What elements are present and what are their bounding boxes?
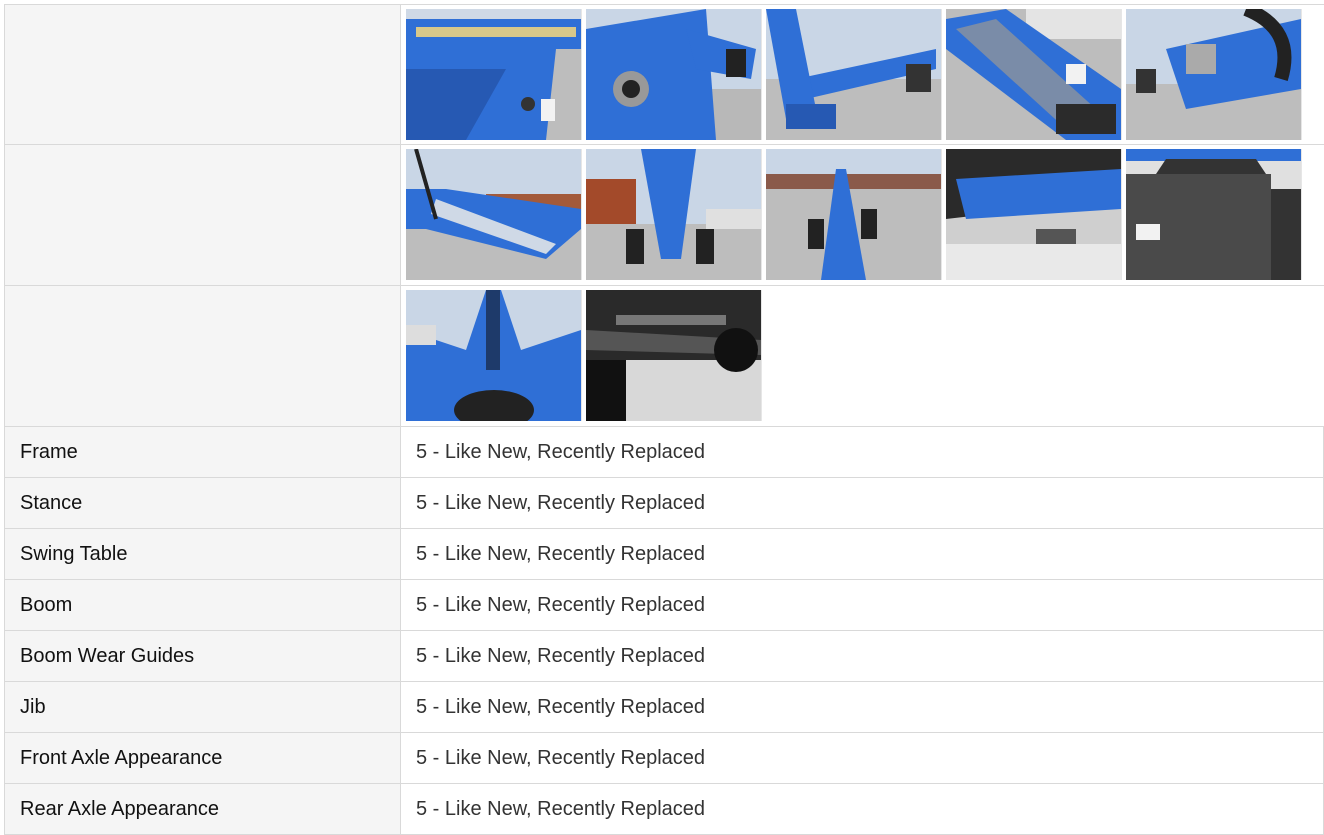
inspection-table: Frame 5 - Like New, Recently Replaced St… <box>4 4 1324 835</box>
photo-thumbnail[interactable] <box>1126 9 1302 140</box>
inspection-label: Boom <box>5 580 401 630</box>
photo-thumbnail[interactable] <box>946 9 1122 140</box>
photo-row-1 <box>4 4 1324 145</box>
photo-row-label <box>5 145 401 285</box>
inspection-value: 5 - Like New, Recently Replaced <box>401 427 1324 477</box>
photo-gallery <box>401 145 1324 285</box>
inspection-row-jib: Jib 5 - Like New, Recently Replaced <box>4 682 1324 733</box>
photo-row-2 <box>4 145 1324 286</box>
inspection-row-boom: Boom 5 - Like New, Recently Replaced <box>4 580 1324 631</box>
inspection-row-swing-table: Swing Table 5 - Like New, Recently Repla… <box>4 529 1324 580</box>
photo-thumbnail[interactable] <box>406 9 582 140</box>
photo-row-label <box>5 5 401 144</box>
photo-gallery <box>401 5 1324 144</box>
inspection-row-boom-wear-guides: Boom Wear Guides 5 - Like New, Recently … <box>4 631 1324 682</box>
photo-row-label <box>5 286 401 426</box>
inspection-value: 5 - Like New, Recently Replaced <box>401 733 1324 783</box>
photo-thumbnail[interactable] <box>946 149 1122 280</box>
photo-thumbnail[interactable] <box>586 149 762 280</box>
photo-thumbnail[interactable] <box>586 9 762 140</box>
photo-thumbnail[interactable] <box>1126 149 1302 280</box>
photo-thumbnail[interactable] <box>406 290 582 421</box>
inspection-value: 5 - Like New, Recently Replaced <box>401 682 1324 732</box>
photo-thumbnail[interactable] <box>766 9 942 140</box>
inspection-label: Front Axle Appearance <box>5 733 401 783</box>
inspection-label: Rear Axle Appearance <box>5 784 401 834</box>
inspection-value: 5 - Like New, Recently Replaced <box>401 784 1324 834</box>
photo-thumbnail[interactable] <box>766 149 942 280</box>
inspection-row-stance: Stance 5 - Like New, Recently Replaced <box>4 478 1324 529</box>
inspection-label: Frame <box>5 427 401 477</box>
inspection-value: 5 - Like New, Recently Replaced <box>401 631 1324 681</box>
inspection-value: 5 - Like New, Recently Replaced <box>401 580 1324 630</box>
inspection-row-frame: Frame 5 - Like New, Recently Replaced <box>4 427 1324 478</box>
photo-thumbnail[interactable] <box>406 149 582 280</box>
photo-row-3 <box>4 286 1324 427</box>
inspection-label: Swing Table <box>5 529 401 579</box>
photo-thumbnail[interactable] <box>586 290 762 421</box>
inspection-value: 5 - Like New, Recently Replaced <box>401 478 1324 528</box>
inspection-label: Jib <box>5 682 401 732</box>
photo-gallery <box>401 286 1324 426</box>
inspection-label: Boom Wear Guides <box>5 631 401 681</box>
inspection-row-front-axle-appearance: Front Axle Appearance 5 - Like New, Rece… <box>4 733 1324 784</box>
inspection-row-rear-axle-appearance: Rear Axle Appearance 5 - Like New, Recen… <box>4 784 1324 835</box>
inspection-label: Stance <box>5 478 401 528</box>
inspection-value: 5 - Like New, Recently Replaced <box>401 529 1324 579</box>
